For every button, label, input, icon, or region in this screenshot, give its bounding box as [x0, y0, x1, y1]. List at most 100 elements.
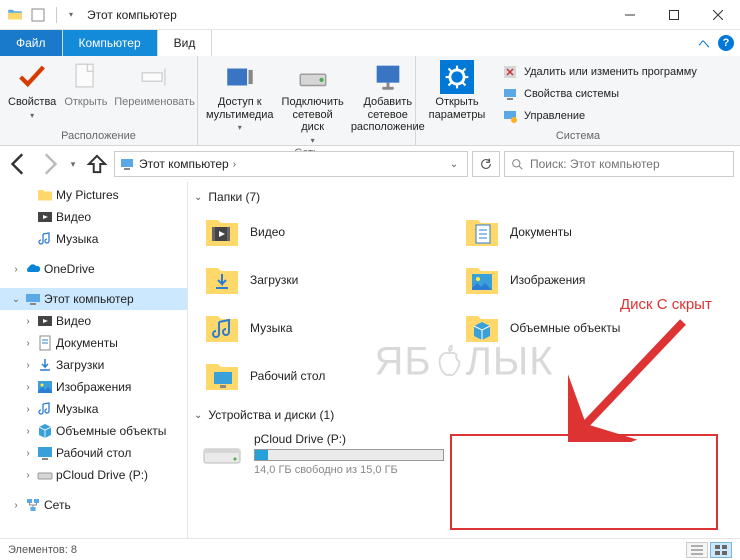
status-bar: Элементов: 8 — [0, 538, 740, 560]
up-button[interactable] — [84, 151, 110, 177]
rename-button[interactable]: Переименовать — [116, 60, 194, 109]
view-large-icons-button[interactable] — [710, 542, 732, 558]
tab-view[interactable]: Вид — [158, 30, 213, 56]
status-items-label: Элементов: — [8, 544, 68, 556]
sidebar-item-pc-pictures[interactable]: ›Изображения — [0, 376, 187, 398]
drives-group-header[interactable]: ⌄ Устройства и диски (1) — [194, 404, 734, 428]
sidebar-label: OneDrive — [44, 262, 95, 276]
network-icon — [24, 496, 42, 514]
help-icon[interactable]: ? — [718, 35, 734, 51]
sidebar-item-pc-video[interactable]: ›Видео — [0, 310, 187, 332]
desktop-icon — [36, 444, 54, 462]
tab-file[interactable]: Файл — [0, 30, 63, 56]
ribbon-group-label: Система — [416, 128, 740, 145]
collapse-ribbon-icon[interactable]: ヘ — [698, 35, 710, 52]
music-folder-icon — [202, 308, 242, 348]
folder-item-downloads[interactable]: Загрузки — [200, 258, 450, 302]
view-details-button[interactable] — [686, 542, 708, 558]
sys-props-button[interactable]: Свойства системы — [498, 84, 701, 104]
sidebar-label: Видео — [56, 314, 91, 328]
sidebar-item-pc-3d[interactable]: ›Объемные объекты — [0, 420, 187, 442]
folder-label: Рабочий стол — [250, 369, 325, 383]
title-bar: ▾ Этот компьютер — [0, 0, 740, 30]
window-controls — [608, 0, 740, 30]
sidebar-item-network[interactable]: ›Сеть — [0, 494, 187, 516]
address-row: ▾ Этот компьютер › ⌄ — [0, 146, 740, 182]
desktop-folder-icon — [202, 356, 242, 396]
uninstall-button[interactable]: Удалить или изменить программу — [498, 62, 701, 82]
chevron-right-icon[interactable]: › — [233, 159, 236, 170]
ribbon-group-network: Доступ к мультимедиа ▾ Подключить сетево… — [198, 56, 416, 145]
maximize-button[interactable] — [652, 0, 696, 30]
cube-icon — [36, 422, 54, 440]
add-network-button[interactable]: Добавить сетевое расположение — [352, 60, 424, 134]
settings-icon — [440, 60, 474, 94]
sidebar-item-this-pc[interactable]: ⌄Этот компьютер — [0, 288, 187, 310]
refresh-button[interactable] — [472, 151, 500, 177]
map-drive-button[interactable]: Подключить сетевой диск ▾ — [282, 60, 344, 145]
qat-dropdown[interactable]: ▾ — [67, 10, 75, 19]
rename-icon — [138, 60, 172, 94]
folder-item-music[interactable]: Музыка — [200, 306, 450, 350]
search-input[interactable] — [530, 157, 727, 171]
video-icon — [36, 312, 54, 330]
ribbon: Свойства ▾ Открыть Переименовать Располо… — [0, 56, 740, 146]
folder-label: Загрузки — [250, 273, 298, 287]
qat-item[interactable] — [30, 7, 46, 23]
folder-item-documents[interactable]: Документы — [460, 210, 710, 254]
sidebar-item-pcloud[interactable]: ›pCloud Drive (P:) — [0, 464, 187, 486]
forward-button[interactable] — [36, 151, 62, 177]
body: My Pictures Видео Музыка ›OneDrive ⌄Этот… — [0, 182, 740, 542]
address-dropdown[interactable]: ⌄ — [445, 159, 463, 170]
properties-label: Свойства — [8, 96, 56, 109]
sidebar-item-pc-desktop[interactable]: ›Рабочий стол — [0, 442, 187, 464]
media-access-button[interactable]: Доступ к мультимедиа ▾ — [206, 60, 274, 132]
recent-dropdown[interactable]: ▾ — [66, 151, 80, 177]
drive-free-text: 14,0 ГБ свободно из 15,0 ГБ — [254, 464, 454, 476]
manage-label: Управление — [524, 110, 585, 122]
sidebar-item-onedrive[interactable]: ›OneDrive — [0, 258, 187, 280]
media-icon — [223, 60, 257, 94]
sidebar-label: Загрузки — [56, 358, 104, 372]
folder-label: Документы — [510, 225, 572, 239]
this-pc-icon — [119, 156, 135, 172]
sidebar-item-music[interactable]: Музыка — [0, 228, 187, 250]
sidebar-label: Изображения — [56, 380, 131, 394]
drive-item-pcloud[interactable]: pCloud Drive (P:) 14,0 ГБ свободно из 15… — [194, 428, 734, 476]
sidebar-item-my-pictures[interactable]: My Pictures — [0, 184, 187, 206]
minimize-button[interactable] — [608, 0, 652, 30]
properties-button[interactable]: Свойства ▾ — [8, 60, 56, 120]
open-params-label: Открыть параметры — [424, 96, 490, 121]
sidebar-label: Объемные объекты — [56, 424, 166, 438]
sidebar-item-video[interactable]: Видео — [0, 206, 187, 228]
back-button[interactable] — [6, 151, 32, 177]
sidebar-label: Этот компьютер — [44, 292, 134, 306]
sidebar-item-pc-music[interactable]: ›Музыка — [0, 398, 187, 420]
manage-icon — [502, 108, 518, 124]
downloads-folder-icon — [202, 260, 242, 300]
open-params-button[interactable]: Открыть параметры — [424, 60, 490, 121]
sidebar-item-pc-documents[interactable]: ›Документы — [0, 332, 187, 354]
drive-icon — [296, 60, 330, 94]
folder-item-video[interactable]: Видео — [200, 210, 450, 254]
search-box[interactable] — [504, 151, 734, 177]
ribbon-group-label: Расположение — [0, 128, 197, 145]
folders-group-header[interactable]: ⌄ Папки (7) — [194, 186, 734, 210]
open-button[interactable]: Открыть — [64, 60, 107, 109]
folder-label: Музыка — [250, 321, 292, 335]
address-bar[interactable]: Этот компьютер › ⌄ — [114, 151, 468, 177]
folder-item-desktop[interactable]: Рабочий стол — [200, 354, 450, 398]
tab-computer[interactable]: Компьютер — [63, 30, 158, 56]
music-icon — [36, 230, 54, 248]
drive-name: pCloud Drive (P:) — [254, 432, 454, 446]
sidebar-item-pc-downloads[interactable]: ›Загрузки — [0, 354, 187, 376]
download-icon — [36, 356, 54, 374]
checkmark-icon — [15, 60, 49, 94]
uninstall-label: Удалить или изменить программу — [524, 66, 697, 78]
folder-item-pictures[interactable]: Изображения — [460, 258, 710, 302]
close-button[interactable] — [696, 0, 740, 30]
manage-button[interactable]: Управление — [498, 106, 701, 126]
folder-item-3d[interactable]: Объемные объекты — [460, 306, 710, 350]
status-items-count: 8 — [71, 544, 77, 556]
sidebar-label: Документы — [56, 336, 118, 350]
